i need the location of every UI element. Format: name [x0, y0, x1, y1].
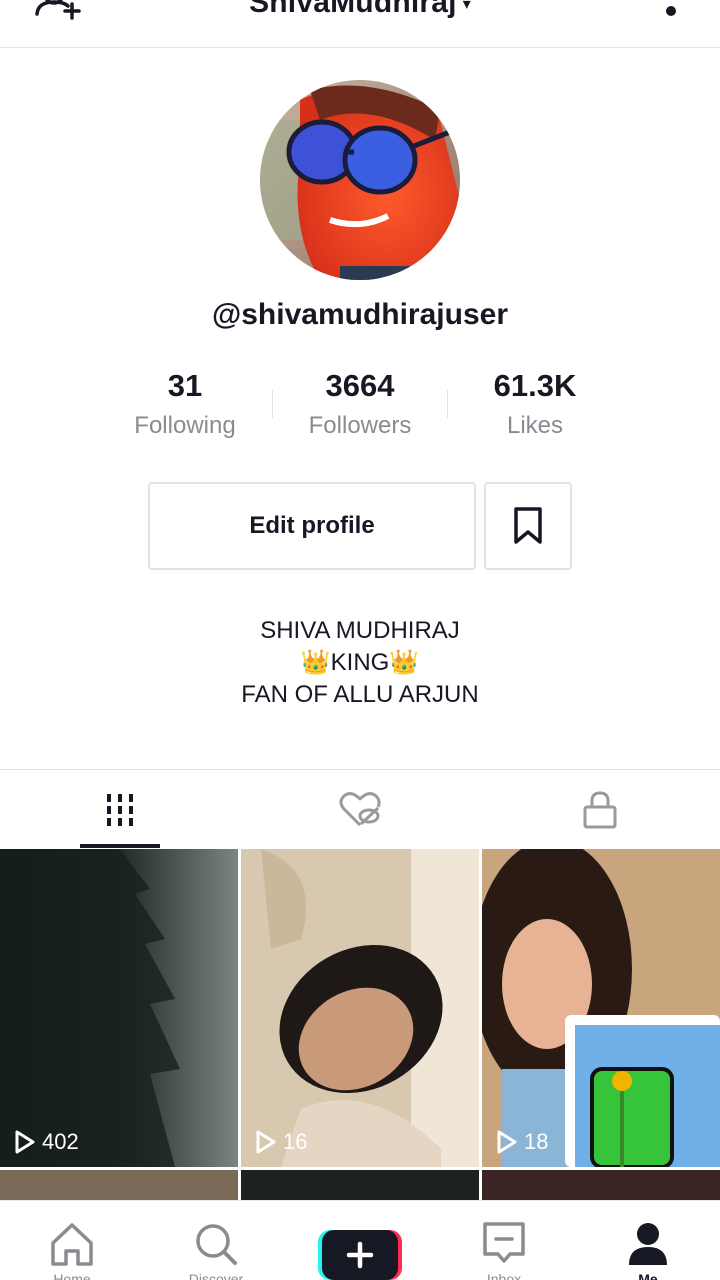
bio-line: SHIVA MUDHIRAJ — [260, 617, 460, 644]
bio-line: FAN OF ALLU ARJUN — [241, 681, 479, 708]
tab-liked[interactable] — [240, 770, 480, 850]
play-icon — [256, 1130, 276, 1154]
nav-me[interactable]: Me — [576, 1201, 720, 1280]
following-count: 31 — [167, 368, 203, 403]
stat-likes[interactable]: 61.3K Likes — [445, 366, 625, 440]
view-count-value: 402 — [42, 1129, 79, 1154]
view-count: 402 — [14, 1129, 79, 1155]
more-options-icon[interactable] — [666, 6, 676, 16]
view-count: 18 — [496, 1129, 548, 1155]
nav-label: Home — [53, 1271, 91, 1280]
content-tabs — [0, 769, 720, 849]
tab-videos[interactable] — [0, 770, 240, 850]
lock-icon — [583, 791, 617, 829]
play-icon — [15, 1130, 35, 1154]
nav-label: Discover — [188, 1271, 244, 1280]
video-thumbnail[interactable] — [482, 1170, 720, 1200]
stat-followers[interactable]: 3664 Followers — [270, 366, 450, 440]
create-icon — [318, 1230, 402, 1280]
account-name: ShivaMudhiraj — [249, 0, 457, 19]
avatar[interactable] — [260, 80, 460, 280]
video-thumbnail[interactable] — [0, 1170, 238, 1200]
search-icon — [196, 1224, 237, 1265]
username: @shivamudhirajuser — [211, 298, 508, 331]
view-count-value: 18 — [524, 1129, 549, 1154]
chevron-down-icon: ▾ — [462, 0, 471, 14]
view-count: 16 — [255, 1129, 307, 1155]
bio-line: 👑KING👑 — [300, 649, 420, 676]
bio: SHIVA MUDHIRAJ 👑KING👑 FAN OF ALLU ARJUN — [0, 615, 720, 711]
active-tab-indicator — [80, 844, 160, 848]
inbox-icon — [483, 1222, 525, 1263]
bookmark-icon — [514, 507, 542, 544]
profile-icon — [629, 1223, 667, 1265]
video-grid: 402 16 18 — [0, 849, 720, 1200]
nav-home[interactable]: Home — [0, 1201, 144, 1280]
view-count-value: 16 — [283, 1129, 308, 1154]
likes-count: 61.3K — [493, 368, 577, 403]
hidden-heart-icon — [339, 792, 381, 827]
home-icon — [51, 1223, 93, 1266]
video-thumbnail[interactable]: 402 — [0, 849, 238, 1167]
favorites-button[interactable] — [484, 482, 572, 570]
grid-icon — [107, 794, 133, 826]
play-icon — [497, 1130, 517, 1154]
followers-count: 3664 — [325, 368, 395, 403]
video-thumbnail[interactable]: 16 — [241, 849, 479, 1167]
video-thumbnail[interactable]: 18 — [482, 849, 720, 1167]
tab-private[interactable] — [480, 770, 720, 850]
likes-label: Likes — [506, 412, 564, 439]
create-button[interactable] — [318, 1230, 402, 1280]
nav-discover[interactable]: Discover — [144, 1201, 288, 1280]
edit-profile-button[interactable]: Edit profile — [148, 482, 476, 570]
nav-inbox[interactable]: Inbox — [432, 1201, 576, 1280]
stat-following[interactable]: 31 Following — [95, 366, 275, 440]
nav-label: Me — [638, 1271, 658, 1280]
following-label: Following — [134, 412, 236, 439]
video-thumbnail[interactable] — [241, 1170, 479, 1200]
followers-label: Followers — [308, 412, 412, 439]
top-bar: ShivaMudhiraj ▾ — [0, 0, 720, 48]
nav-label: Inbox — [486, 1271, 522, 1280]
account-switcher[interactable]: ShivaMudhiraj ▾ — [0, 0, 720, 20]
